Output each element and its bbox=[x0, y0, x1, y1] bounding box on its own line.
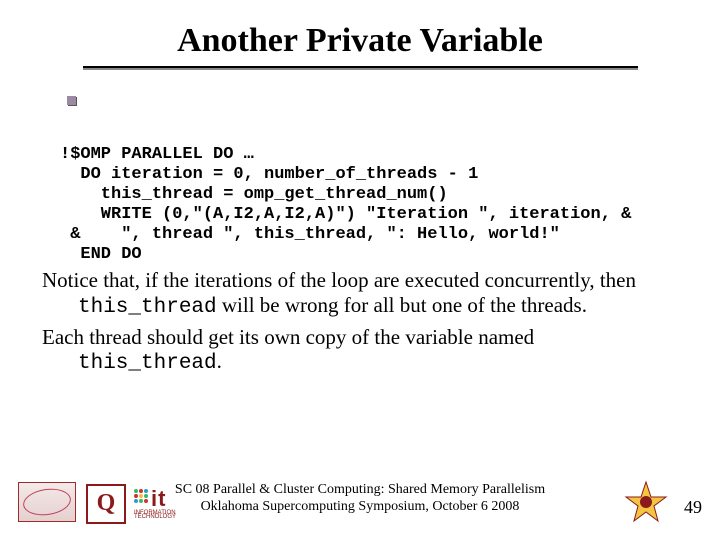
bullet-icon bbox=[67, 96, 76, 105]
footer-line-2: Oklahoma Supercomputing Symposium, Octob… bbox=[201, 499, 520, 514]
para2-part-b: . bbox=[217, 349, 222, 373]
code-block: !$OMP PARALLEL DO … DO iteration = 0, nu… bbox=[60, 145, 631, 265]
footer-text: SC 08 Parallel & Cluster Computing: Shar… bbox=[0, 482, 720, 516]
para2-part-a: Each thread should get its own copy of t… bbox=[42, 325, 534, 349]
paragraph-1: Notice that, if the iterations of the lo… bbox=[42, 268, 682, 321]
para1-part-b: will be wrong for all but one of the thr… bbox=[217, 293, 587, 317]
para2-keyword: this_thread bbox=[78, 352, 217, 375]
star-logo-icon bbox=[624, 480, 668, 524]
page-number: 49 bbox=[684, 497, 702, 518]
para1-part-a: Notice that, if the iterations of the lo… bbox=[42, 268, 636, 292]
slide: Another Private Variable !$OMP PARALLEL … bbox=[0, 0, 720, 540]
paragraph-2: Each thread should get its own copy of t… bbox=[42, 325, 682, 378]
footer: Q it INFORMATION TECHNOLOGY SC 08 Parall… bbox=[0, 474, 720, 524]
body-text: Notice that, if the iterations of the lo… bbox=[42, 268, 682, 381]
footer-line-1: SC 08 Parallel & Cluster Computing: Shar… bbox=[175, 482, 545, 497]
slide-title: Another Private Variable bbox=[80, 0, 640, 64]
para1-keyword: this_thread bbox=[78, 296, 217, 319]
title-underline bbox=[83, 66, 638, 68]
